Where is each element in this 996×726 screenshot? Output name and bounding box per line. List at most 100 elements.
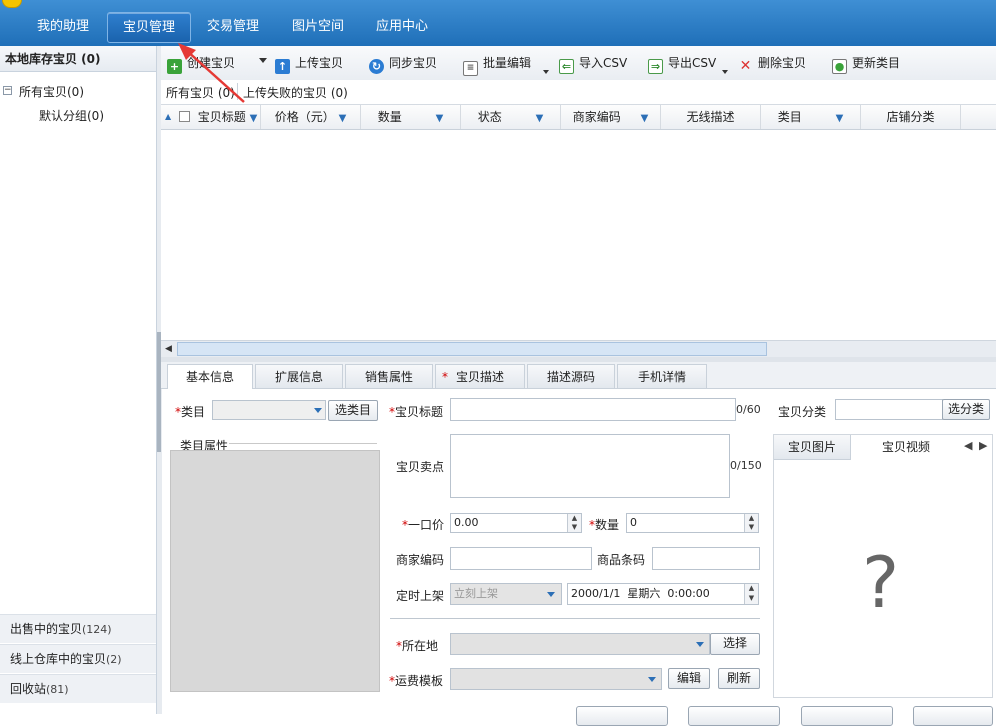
update-category-button[interactable]: ● 更新类目 xyxy=(832,54,901,74)
sync-item-button[interactable]: ↻ 同步宝贝 xyxy=(369,54,437,74)
save-and-upload-button[interactable] xyxy=(801,706,893,726)
sidebar-item-label: 回收站 xyxy=(10,682,47,696)
nav-tab-item-management[interactable]: 宝贝管理 xyxy=(107,12,191,43)
refresh-category-icon: ● xyxy=(832,59,847,74)
sort-up-icon[interactable]: ▲ xyxy=(165,112,171,121)
location-select[interactable] xyxy=(450,633,710,655)
chevron-down-icon xyxy=(547,592,555,597)
batch-edit-label: 批量编辑 xyxy=(483,56,532,70)
filter-icon[interactable]: ▼ xyxy=(339,113,347,124)
col-price[interactable]: 价格（元） ▼ xyxy=(261,105,361,129)
tree-item-all-items[interactable]: 所有宝贝(0) xyxy=(19,83,84,100)
tab-item-images[interactable]: 宝贝图片 xyxy=(774,435,851,460)
create-dropdown-icon[interactable] xyxy=(259,58,267,63)
items-grid-body[interactable] xyxy=(161,130,996,340)
select-category-button[interactable]: 选类目 xyxy=(328,400,378,421)
sidebar-item-count: (124) xyxy=(82,623,112,636)
tab-extended-info[interactable]: 扩展信息 xyxy=(255,364,343,388)
refresh-shipping-button[interactable]: 刷新 xyxy=(718,668,760,689)
col-status[interactable]: 状态 ▼ xyxy=(461,105,561,129)
quantity-input[interactable]: 0 ▲ ▼ xyxy=(626,513,759,533)
top-nav-bar: 我的助理 宝贝管理 交易管理 图片空间 应用中心 xyxy=(0,0,996,46)
cancel-button[interactable] xyxy=(913,706,993,726)
col-quantity[interactable]: 数量 ▼ xyxy=(361,105,461,129)
tree-item-default-group[interactable]: 默认分组(0) xyxy=(39,107,104,124)
media-preview[interactable]: ? xyxy=(782,467,982,692)
category-select[interactable] xyxy=(212,400,326,420)
scrollbar-thumb[interactable] xyxy=(177,342,767,356)
tab-sales-attributes[interactable]: 销售属性 xyxy=(345,364,433,388)
tab-mobile-details[interactable]: 手机详情 xyxy=(617,364,707,388)
barcode-label: 商品条码 xyxy=(597,553,646,567)
col-wireless-desc[interactable]: 无线描述 xyxy=(661,105,761,129)
schedule-select[interactable]: 立刻上架 xyxy=(450,583,562,605)
validate-button[interactable] xyxy=(576,706,668,726)
delete-item-button[interactable]: ✕ 删除宝贝 xyxy=(738,54,806,74)
price-input[interactable]: 0.00 ▲ ▼ xyxy=(450,513,582,533)
schedule-label: 定时上架 xyxy=(396,589,445,603)
select-shop-category-button[interactable]: 选分类 xyxy=(942,399,990,420)
filter-icon[interactable]: ▼ xyxy=(250,113,258,124)
col-quantity-label: 数量 xyxy=(377,110,402,124)
sidebar: 本地库存宝贝 (0) − 所有宝贝(0) 默认分组(0) 出售中的宝贝(124)… xyxy=(0,46,157,714)
quantity-stepper[interactable]: ▲ ▼ xyxy=(744,514,758,532)
col-merchant-code-label: 商家编码 xyxy=(572,110,621,124)
title-counter: 0/60 xyxy=(736,403,761,416)
select-all-checkbox[interactable] xyxy=(179,111,190,122)
shipping-template-select[interactable] xyxy=(450,668,662,690)
export-csv-label: 导出CSV xyxy=(668,56,717,70)
tab-scroll-right-icon[interactable]: ▶ xyxy=(979,439,987,452)
price-value: 0.00 xyxy=(454,516,479,529)
title-input[interactable] xyxy=(450,398,736,421)
edit-shipping-button[interactable]: 编辑 xyxy=(668,668,710,689)
col-title-label: 宝贝标题 xyxy=(197,110,246,124)
select-location-button[interactable]: 选择 xyxy=(710,633,760,655)
tab-item-video[interactable]: 宝贝视频 xyxy=(851,435,961,460)
merchant-code-input[interactable] xyxy=(450,547,592,570)
barcode-input[interactable] xyxy=(652,547,760,570)
nav-tab-image-space[interactable]: 图片空间 xyxy=(281,12,355,41)
price-stepper[interactable]: ▲ ▼ xyxy=(567,514,581,532)
filter-icon[interactable]: ▼ xyxy=(836,113,844,124)
save-button[interactable] xyxy=(688,706,780,726)
subtab-upload-failed[interactable]: 上传失败的宝贝 (0) xyxy=(243,84,348,101)
upload-item-button[interactable]: ↑ 上传宝贝 xyxy=(275,54,343,74)
sidebar-item-warehouse[interactable]: 线上仓库中的宝贝(2) xyxy=(0,644,156,673)
export-csv-button[interactable]: ⇒ 导出CSV xyxy=(648,54,717,74)
tab-description-source[interactable]: 描述源码 xyxy=(527,364,615,388)
grid-horizontal-scrollbar[interactable]: ◀ xyxy=(161,340,996,358)
tab-basic-info[interactable]: 基本信息 xyxy=(167,364,253,389)
datetime-stepper[interactable]: ▲ ▼ xyxy=(744,584,758,604)
export-dropdown-icon[interactable] xyxy=(722,70,728,74)
sidebar-item-count: (81) xyxy=(46,683,69,696)
location-label: *所在地 xyxy=(396,639,439,653)
scroll-left-icon[interactable]: ◀ xyxy=(165,344,172,354)
tab-item-description[interactable]: * 宝贝描述 xyxy=(435,364,525,388)
import-csv-button[interactable]: ⇐ 导入CSV xyxy=(559,54,627,74)
sidebar-item-recycle-bin[interactable]: 回收站(81) xyxy=(0,674,156,703)
nav-tab-trade-management[interactable]: 交易管理 xyxy=(196,12,270,41)
nav-tab-my-assistant[interactable]: 我的助理 xyxy=(26,12,100,41)
filter-icon[interactable]: ▼ xyxy=(641,113,649,124)
col-shop-category[interactable]: 店铺分类 xyxy=(861,105,961,129)
col-merchant-code[interactable]: 商家编码 ▼ xyxy=(561,105,661,129)
selling-point-textarea[interactable] xyxy=(450,434,730,498)
category-props-panel xyxy=(170,450,380,692)
schedule-datetime[interactable]: 2000/1/1 星期六 0:00:00 ▲ ▼ xyxy=(567,583,759,605)
filter-icon[interactable]: ▼ xyxy=(536,113,544,124)
filter-icon[interactable]: ▼ xyxy=(436,113,444,124)
shop-category-input[interactable] xyxy=(835,399,943,420)
sidebar-item-on-sale[interactable]: 出售中的宝贝(124) xyxy=(0,614,156,643)
selling-point-label: 宝贝卖点 xyxy=(396,460,445,474)
batch-edit-dropdown-icon[interactable] xyxy=(543,70,549,74)
nav-tab-app-center[interactable]: 应用中心 xyxy=(365,12,439,41)
update-category-label: 更新类目 xyxy=(852,56,901,70)
tab-item-description-label: 宝贝描述 xyxy=(455,370,504,384)
tree-collapse-icon[interactable]: − xyxy=(3,86,12,95)
tab-scroll-left-icon[interactable]: ◀ xyxy=(964,439,972,452)
col-category[interactable]: 类目 ▼ xyxy=(761,105,861,129)
col-wireless-desc-label: 无线描述 xyxy=(686,110,735,124)
schedule-datetime-value: 2000/1/1 星期六 0:00:00 xyxy=(571,587,710,600)
sidebar-item-label: 线上仓库中的宝贝 xyxy=(10,652,107,666)
batch-edit-button[interactable]: ≡ 批量编辑 xyxy=(463,54,532,76)
